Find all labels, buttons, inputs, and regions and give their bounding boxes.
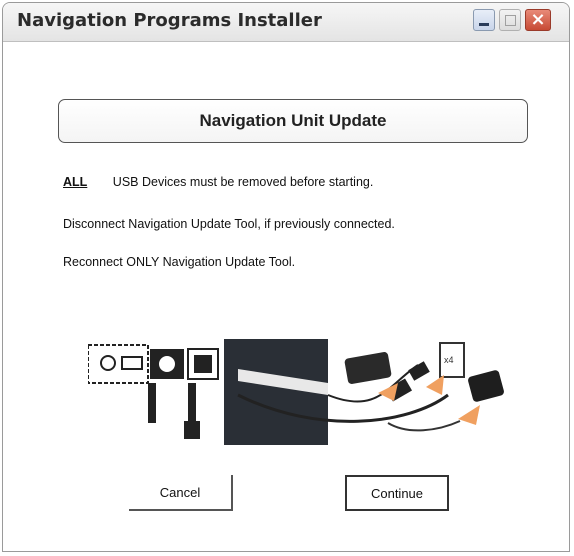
usb-connection-diagram-icon: x4 <box>88 339 504 445</box>
instruction-line-3: Reconnect ONLY Navigation Update Tool. <box>63 255 296 269</box>
window-title: Navigation Programs Installer <box>17 10 322 31</box>
instruction-text-1: USB Devices must be removed before start… <box>112 175 374 189</box>
maximize-button[interactable] <box>499 9 521 31</box>
wall-outlet-icon: x4 <box>439 342 465 378</box>
close-icon: × <box>530 9 546 30</box>
instruction-line-2: Disconnect Navigation Update Tool, if pr… <box>63 217 395 231</box>
adapter-icon <box>468 370 504 402</box>
close-button[interactable]: × <box>525 9 551 31</box>
cancel-button[interactable]: Cancel <box>129 475 233 511</box>
plug-label: x4 <box>444 355 454 365</box>
instruction-line-1: ALL USB Devices must be removed before s… <box>63 175 373 189</box>
computer-ports-icon <box>88 344 219 439</box>
minimize-button[interactable] <box>473 9 495 31</box>
header-panel: Navigation Unit Update <box>58 99 528 143</box>
instruction-emphasis: ALL <box>63 175 88 189</box>
title-bar[interactable]: Navigation Programs Installer × <box>3 3 569 42</box>
installer-window: Navigation Programs Installer × Navigati… <box>2 2 570 552</box>
page-title: Navigation Unit Update <box>199 111 387 130</box>
continue-button[interactable]: Continue <box>345 475 449 511</box>
